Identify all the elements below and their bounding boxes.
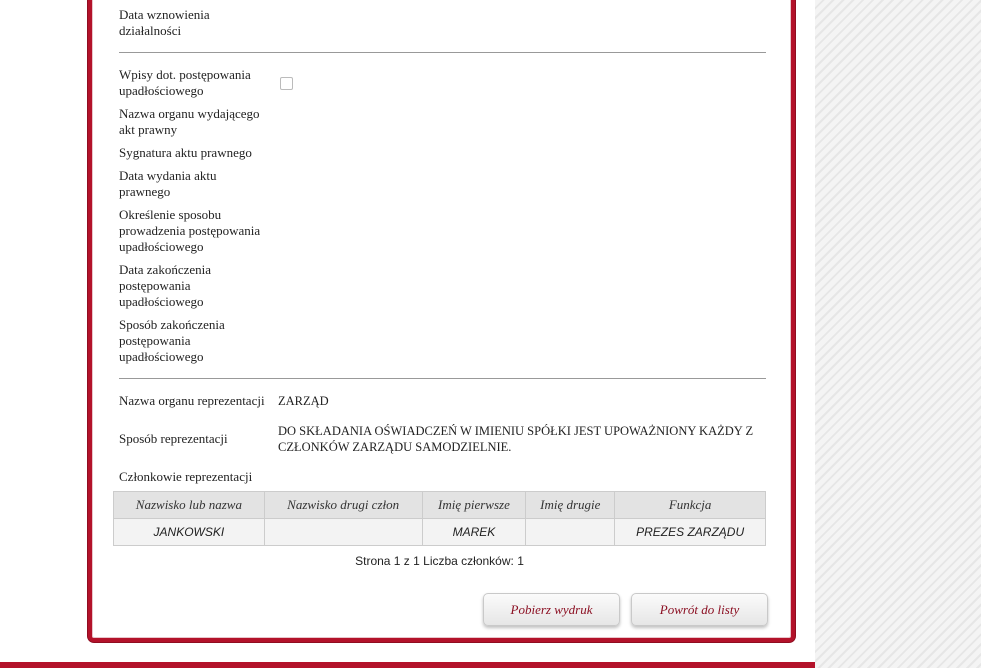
column-header[interactable]: Imię drugie [525, 491, 616, 519]
table-header-row: Nazwisko lub nazwa Nazwisko drugi człon … [113, 491, 766, 519]
act-signature-label: Sygnatura aktu prawnego [119, 145, 252, 160]
procedure-end-method-label: Sposób zakończenia postępowania upadłośc… [119, 317, 225, 364]
section-divider [119, 52, 766, 53]
download-printout-button[interactable]: Pobierz wydruk [483, 593, 620, 626]
table-row: JANKOWSKI MAREK PREZES ZARZĄDU [113, 518, 766, 546]
table-cell [263, 518, 423, 546]
members-table: Nazwisko lub nazwa Nazwisko drugi człon … [113, 491, 766, 546]
representation-body-value: ZARZĄD [278, 394, 329, 408]
bankruptcy-entries-label: Wpisy dot. postępowania upadłościowego [119, 67, 251, 98]
members-label: Członkowie reprezentacji [119, 469, 253, 484]
table-cell: PREZES ZARZĄDU [614, 518, 766, 546]
act-date-label: Data wydania aktu prawnego [119, 168, 217, 199]
back-to-list-button[interactable]: Powrót do listy [631, 593, 768, 626]
representation-method-label: Sposób reprezentacji [119, 431, 228, 446]
bankruptcy-entries-checkbox[interactable] [280, 77, 293, 90]
table-cell [525, 518, 616, 546]
representation-body-label: Nazwa organu reprezentacji [119, 393, 265, 408]
column-header[interactable]: Imię pierwsze [421, 491, 527, 519]
footer-bar [0, 662, 815, 668]
pagination-info: Strona 1 z 1 Liczba członków: 1 [355, 554, 524, 568]
representation-method-value: DO SKŁADANIA OŚWIADCZEŃ W IMIENIU SPÓŁKI… [278, 424, 754, 454]
issuing-body-label: Nazwa organu wydającego akt prawny [119, 106, 260, 137]
column-header[interactable]: Funkcja [614, 491, 766, 519]
procedure-end-date-label: Data zakończenia postępowania upadłościo… [119, 262, 212, 309]
column-header[interactable]: Nazwisko lub nazwa [113, 491, 265, 519]
column-header[interactable]: Nazwisko drugi człon [263, 491, 423, 519]
background-pattern [815, 0, 981, 668]
section-divider [119, 378, 766, 379]
resume-date-label: Data wznowienia działalności [119, 7, 210, 38]
procedure-method-label: Określenie sposobu prowadzenia postępowa… [119, 207, 261, 254]
table-cell: MAREK [421, 518, 527, 546]
table-cell: JANKOWSKI [113, 518, 265, 546]
